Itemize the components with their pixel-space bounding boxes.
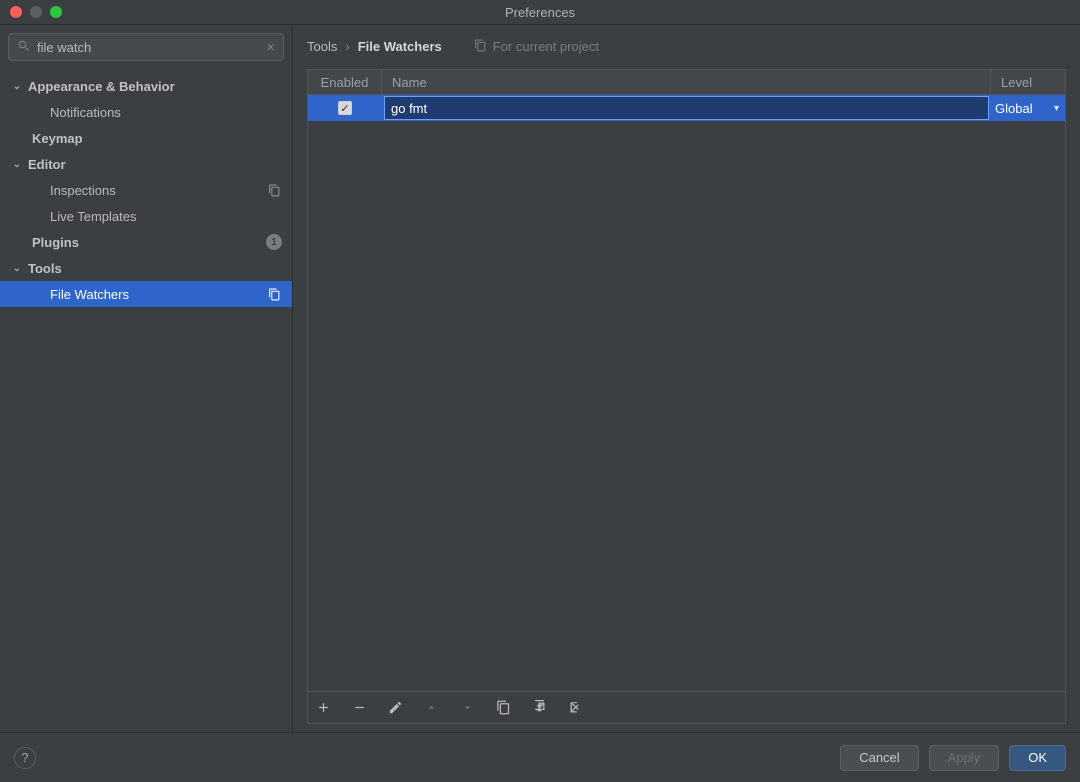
scope-hint-text: For current project <box>493 39 599 54</box>
crumb-root[interactable]: Tools <box>307 39 337 54</box>
scope-hint: For current project <box>474 39 599 55</box>
table-header: Enabled Name Level <box>307 69 1066 95</box>
chevron-down-icon: ⌄ <box>10 159 24 170</box>
watcher-level-cell[interactable]: Global ▾ <box>991 101 1065 116</box>
dialog-footer: ? Cancel Apply OK <box>0 732 1080 782</box>
sidebar-item-file-watchers[interactable]: File Watchers <box>0 281 292 307</box>
import-button[interactable] <box>530 699 548 717</box>
sidebar-item-plugins[interactable]: Plugins 1 <box>0 229 292 255</box>
sidebar-item-live-templates[interactable]: Live Templates <box>0 203 292 229</box>
sidebar-item-editor[interactable]: ⌄ Editor <box>0 151 292 177</box>
watcher-level-value: Global <box>995 101 1033 116</box>
chevron-down-icon: ▾ <box>1054 103 1059 114</box>
chevron-down-icon: ⌄ <box>10 81 24 92</box>
sidebar-item-appearance-behavior[interactable]: ⌄ Appearance & Behavior <box>0 73 292 99</box>
watcher-name-cell[interactable] <box>382 96 991 120</box>
watchers-table: Enabled Name Level ✓ Global ▾ <box>307 69 1066 724</box>
checkbox-checked-icon[interactable]: ✓ <box>338 101 352 115</box>
traffic-lights <box>0 6 62 18</box>
chevron-down-icon: ⌄ <box>10 263 24 274</box>
sidebar-item-keymap[interactable]: Keymap <box>0 125 292 151</box>
sidebar-item-inspections[interactable]: Inspections <box>0 177 292 203</box>
col-enabled[interactable]: Enabled <box>308 70 382 94</box>
crumb-leaf: File Watchers <box>358 39 442 54</box>
ok-button[interactable]: OK <box>1009 745 1066 771</box>
search-input[interactable] <box>37 40 260 55</box>
main-split: × ⌄ Appearance & Behavior Notifications … <box>0 25 1080 732</box>
help-button[interactable]: ? <box>14 747 36 769</box>
table-body: ✓ Global ▾ <box>307 95 1066 724</box>
watchers-toolbar <box>308 691 1065 723</box>
col-level[interactable]: Level <box>991 70 1065 94</box>
window-close-button[interactable] <box>10 6 22 18</box>
search-box[interactable]: × <box>8 33 284 61</box>
watcher-name-input[interactable] <box>384 96 989 120</box>
search-icon <box>17 39 31 56</box>
copy-button[interactable] <box>494 699 512 717</box>
window-maximize-button[interactable] <box>50 6 62 18</box>
settings-tree: ⌄ Appearance & Behavior Notifications Ke… <box>0 69 292 732</box>
window-title: Preferences <box>505 5 575 20</box>
remove-button[interactable] <box>350 699 368 717</box>
clear-search-icon[interactable]: × <box>266 39 275 56</box>
add-button[interactable] <box>314 699 332 717</box>
sidebar-item-notifications[interactable]: Notifications <box>0 99 292 125</box>
move-down-button <box>458 699 476 717</box>
breadcrumb: Tools › File Watchers For current projec… <box>293 25 1080 69</box>
titlebar: Preferences <box>0 0 1080 25</box>
table-row[interactable]: ✓ Global ▾ <box>308 95 1065 121</box>
edit-button[interactable] <box>386 699 404 717</box>
window-minimize-button[interactable] <box>30 6 42 18</box>
chevron-right-icon: › <box>345 39 349 54</box>
settings-sidebar: × ⌄ Appearance & Behavior Notifications … <box>0 25 293 732</box>
sidebar-item-tools[interactable]: ⌄ Tools <box>0 255 292 281</box>
col-name[interactable]: Name <box>382 70 991 94</box>
project-scope-icon <box>474 39 487 55</box>
project-scope-icon <box>266 286 282 302</box>
cancel-button[interactable]: Cancel <box>840 745 918 771</box>
apply-button: Apply <box>929 745 1000 771</box>
watcher-enabled-cell[interactable]: ✓ <box>308 101 382 115</box>
settings-content: Tools › File Watchers For current projec… <box>293 25 1080 732</box>
move-up-button <box>422 699 440 717</box>
project-scope-icon <box>266 182 282 198</box>
export-button[interactable] <box>566 699 584 717</box>
plugins-update-badge: 1 <box>266 234 282 250</box>
